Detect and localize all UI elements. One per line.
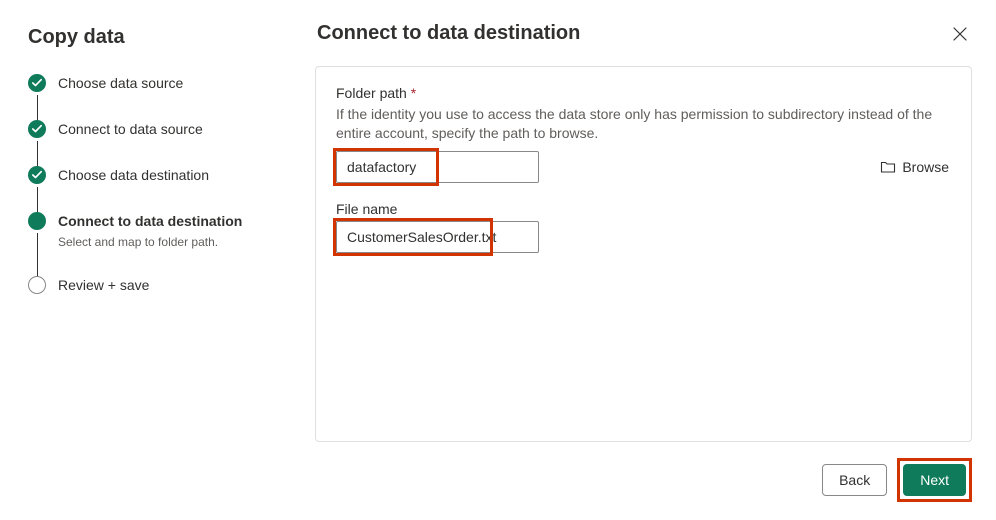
footer-buttons: Back Next <box>315 458 972 502</box>
step-connect-data-destination[interactable]: Connect to data destination Select and m… <box>28 211 276 275</box>
browse-button[interactable]: Browse <box>878 155 951 179</box>
step-review-save[interactable]: Review + save <box>28 275 276 321</box>
step-sublabel: Select and map to folder path. <box>58 235 276 249</box>
file-name-label: File name <box>336 201 951 217</box>
folder-icon <box>880 159 896 175</box>
form-panel: Folder path * If the identity you use to… <box>315 66 972 442</box>
wizard-sidebar: Copy data Choose data source Connect to … <box>0 0 296 520</box>
close-icon <box>952 26 968 42</box>
file-name-field-group: File name <box>336 201 951 253</box>
page-title: Connect to data destination <box>315 22 580 45</box>
main-header: Connect to data destination <box>315 22 972 46</box>
step-label: Connect to data destination <box>58 211 276 231</box>
step-label: Choose data source <box>58 73 276 93</box>
wizard-steps: Choose data source Connect to data sourc… <box>28 73 276 321</box>
step-label: Review + save <box>58 275 276 295</box>
step-label: Connect to data source <box>58 119 276 139</box>
required-indicator: * <box>411 85 416 101</box>
next-button[interactable]: Next <box>903 464 966 496</box>
step-label: Choose data destination <box>58 165 276 185</box>
checkmark-icon <box>28 120 46 138</box>
checkmark-icon <box>28 166 46 184</box>
folder-path-field-group: Folder path * If the identity you use to… <box>336 85 951 183</box>
main-content: Connect to data destination Folder path … <box>296 0 996 520</box>
close-button[interactable] <box>948 22 972 46</box>
back-button[interactable]: Back <box>822 464 887 496</box>
highlight-annotation: Next <box>897 458 972 502</box>
checkmark-icon <box>28 74 46 92</box>
pending-step-icon <box>28 276 46 294</box>
file-name-input[interactable] <box>336 221 539 253</box>
folder-path-input[interactable] <box>336 151 539 183</box>
step-connect-data-source[interactable]: Connect to data source <box>28 119 276 165</box>
folder-path-label: Folder path * <box>336 85 951 101</box>
folder-path-help: If the identity you use to access the da… <box>336 105 951 143</box>
current-step-icon <box>28 212 46 230</box>
wizard-title: Copy data <box>28 26 276 49</box>
step-choose-data-destination[interactable]: Choose data destination <box>28 165 276 211</box>
step-choose-data-source[interactable]: Choose data source <box>28 73 276 119</box>
